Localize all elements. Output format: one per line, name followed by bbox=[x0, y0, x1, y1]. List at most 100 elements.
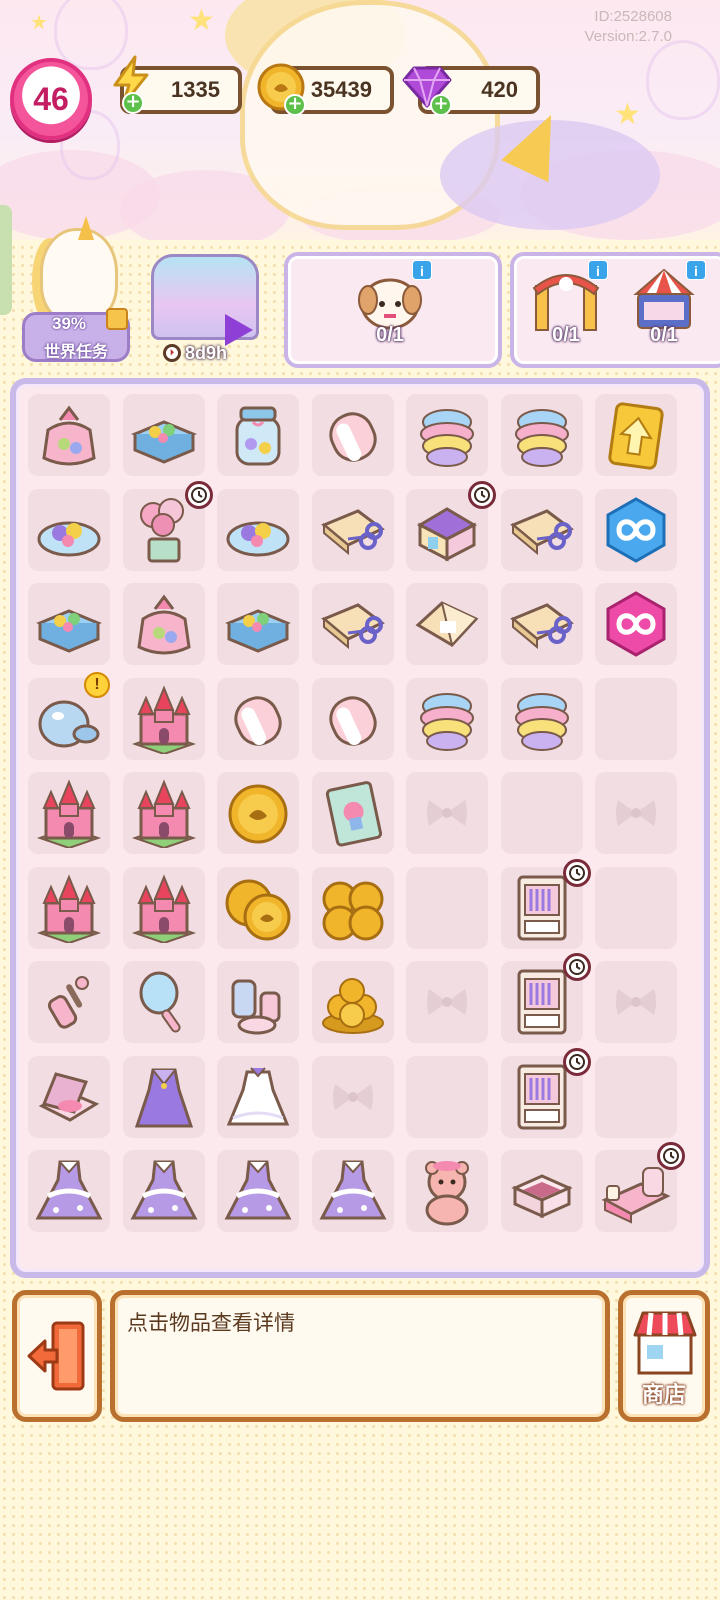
board-cell[interactable] bbox=[500, 583, 583, 665]
board-cell-locked[interactable] bbox=[595, 961, 677, 1043]
board-cell[interactable] bbox=[217, 677, 299, 760]
shop-button[interactable]: 商店 bbox=[618, 1290, 710, 1422]
board-cell[interactable] bbox=[311, 488, 394, 571]
board-cell[interactable] bbox=[311, 961, 394, 1043]
board-cell[interactable] bbox=[500, 953, 591, 1043]
board-cell[interactable] bbox=[217, 772, 299, 854]
board-cell-locked[interactable] bbox=[311, 1055, 394, 1138]
candy-plate-icon bbox=[223, 495, 293, 565]
board-cell[interactable] bbox=[217, 394, 299, 476]
add-coins-button[interactable]: + bbox=[284, 94, 306, 116]
version-label: Version:2.7.0 bbox=[584, 28, 672, 45]
board-cell[interactable] bbox=[595, 394, 677, 476]
board-cell-empty[interactable] bbox=[500, 772, 583, 854]
board-cell[interactable] bbox=[311, 866, 394, 949]
info-icon[interactable]: i bbox=[686, 260, 706, 280]
candy-box-icon bbox=[129, 400, 199, 470]
marshmallow-icon bbox=[318, 400, 388, 470]
world-task-label: 世界任务 bbox=[43, 342, 108, 361]
board-cell-locked[interactable] bbox=[406, 772, 488, 854]
board-cell-empty[interactable] bbox=[595, 677, 677, 760]
info-icon[interactable]: i bbox=[588, 260, 608, 280]
order-item[interactable]: i 0/1 bbox=[622, 260, 706, 360]
board-cell[interactable] bbox=[500, 394, 583, 476]
order-card-2[interactable]: i 0/1 i 0/1 bbox=[510, 252, 720, 368]
board-cell[interactable] bbox=[406, 480, 496, 571]
board-cell[interactable] bbox=[217, 583, 299, 665]
board-cell-empty[interactable] bbox=[406, 866, 488, 949]
paper-scissors-icon bbox=[318, 495, 388, 565]
board-cell[interactable] bbox=[500, 488, 583, 571]
board-cell[interactable] bbox=[217, 488, 299, 571]
wardrobe-icon bbox=[507, 873, 577, 943]
add-gems-button[interactable]: + bbox=[430, 94, 452, 116]
board-cell[interactable] bbox=[122, 1055, 205, 1138]
board-cell[interactable] bbox=[595, 583, 677, 665]
board-cell[interactable] bbox=[311, 583, 394, 665]
level-badge[interactable]: 46 bbox=[10, 58, 92, 140]
alert-exclamation-icon: ! bbox=[84, 671, 110, 698]
board-cell[interactable] bbox=[28, 488, 110, 571]
exit-button[interactable] bbox=[12, 1290, 102, 1422]
board-cell[interactable] bbox=[122, 1150, 205, 1232]
board-cell[interactable] bbox=[122, 677, 205, 760]
side-drawer-tab[interactable] bbox=[0, 205, 12, 315]
board-cell[interactable] bbox=[217, 866, 299, 949]
board-cell[interactable] bbox=[217, 1150, 299, 1232]
cotton-candy-icon bbox=[507, 400, 577, 470]
marshmallow-icon bbox=[223, 684, 293, 754]
order-item[interactable]: i 0/1 bbox=[524, 260, 608, 360]
board-cell[interactable] bbox=[595, 1142, 685, 1232]
board-cell[interactable] bbox=[406, 394, 488, 476]
board-cell[interactable] bbox=[500, 858, 591, 949]
board-cell[interactable] bbox=[122, 583, 205, 665]
board-cell[interactable] bbox=[500, 1047, 591, 1138]
board-cell[interactable] bbox=[122, 394, 205, 476]
board-cell[interactable] bbox=[311, 1150, 394, 1232]
board-cell[interactable] bbox=[406, 677, 488, 760]
board-cell[interactable] bbox=[28, 772, 110, 854]
board-cell[interactable] bbox=[500, 677, 583, 760]
board-cell[interactable] bbox=[595, 488, 677, 571]
order-item[interactable]: i 0/1 bbox=[348, 260, 432, 360]
world-task-button[interactable]: 39% 世界任务 bbox=[22, 216, 130, 362]
board-cell[interactable] bbox=[406, 1150, 488, 1232]
board-cell[interactable] bbox=[311, 772, 394, 854]
castle-icon bbox=[129, 873, 199, 943]
arrow-right-icon bbox=[225, 314, 253, 346]
board-cell-empty[interactable] bbox=[595, 1055, 677, 1138]
cosmetics-icon bbox=[223, 967, 293, 1037]
coin-pair-icon bbox=[223, 873, 293, 943]
board-cell-empty[interactable] bbox=[595, 866, 677, 949]
board-cell[interactable] bbox=[122, 866, 205, 949]
exit-door-icon bbox=[27, 1321, 85, 1391]
board-cell[interactable] bbox=[122, 772, 205, 854]
board-cell-locked[interactable] bbox=[595, 772, 677, 854]
board-cell[interactable] bbox=[28, 1055, 110, 1138]
board-cell[interactable] bbox=[28, 583, 110, 665]
board-cell[interactable] bbox=[217, 1055, 299, 1138]
order-card-1[interactable]: i 0/1 bbox=[284, 252, 502, 368]
candy-jar-icon bbox=[223, 400, 293, 470]
board-cell-locked[interactable] bbox=[406, 961, 488, 1043]
timer-clock-icon bbox=[657, 1142, 685, 1170]
info-icon[interactable]: i bbox=[412, 260, 432, 280]
board-cell[interactable] bbox=[500, 1150, 583, 1232]
board-cell[interactable] bbox=[28, 866, 110, 949]
board-cell[interactable] bbox=[406, 583, 488, 665]
board-cell[interactable] bbox=[28, 394, 110, 476]
event-button[interactable]: ⏵ 8d9h bbox=[145, 246, 267, 364]
coin-value: 35439 bbox=[310, 77, 372, 102]
teddy-bear-icon bbox=[412, 1156, 482, 1226]
board-cell[interactable] bbox=[28, 1150, 110, 1232]
board-cell[interactable] bbox=[122, 480, 213, 571]
board-cell-empty[interactable] bbox=[406, 1055, 488, 1138]
board-cell[interactable]: ! bbox=[28, 671, 110, 760]
board-cell[interactable] bbox=[28, 961, 110, 1043]
board-cell[interactable] bbox=[311, 394, 394, 476]
board-cell[interactable] bbox=[217, 961, 299, 1043]
add-energy-button[interactable]: + bbox=[122, 92, 144, 114]
cotton-candy-icon bbox=[412, 400, 482, 470]
board-cell[interactable] bbox=[311, 677, 394, 760]
board-cell[interactable] bbox=[122, 961, 205, 1043]
